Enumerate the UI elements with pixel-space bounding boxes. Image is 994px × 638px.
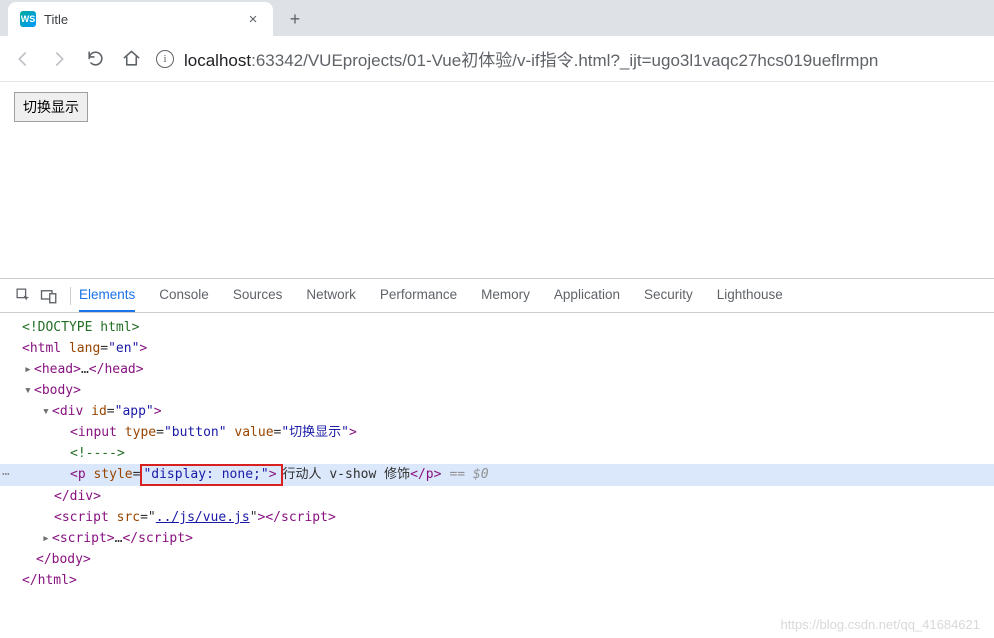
dom-html-open[interactable]: <html lang="en"> [0,338,994,359]
ellipsis-icon[interactable]: ⋯ [2,464,10,485]
dom-div-close[interactable]: </div> [0,486,994,507]
address-text: localhost:63342/VUEprojects/01-Vue初体验/v-… [184,46,878,71]
back-button[interactable] [12,48,34,70]
address-bar[interactable]: i localhost:63342/VUEprojects/01-Vue初体验/… [156,46,982,71]
inspect-element-icon[interactable] [10,283,36,309]
forward-button[interactable] [48,48,70,70]
browser-tabstrip: WS Title × + [0,0,994,36]
close-icon[interactable]: × [245,11,261,27]
tab-performance[interactable]: Performance [380,279,457,312]
device-toolbar-icon[interactable] [36,283,62,309]
dom-script-inline[interactable]: ▸<script>…</script> [0,528,994,549]
home-button[interactable] [120,48,142,70]
tab-application[interactable]: Application [554,279,620,312]
dom-comment[interactable]: <!----> [0,443,994,464]
dom-body-close[interactable]: </body> [0,549,994,570]
devtools-panel: Elements Console Sources Network Perform… [0,278,994,603]
tab-console[interactable]: Console [159,279,209,312]
new-tab-button[interactable]: + [281,5,309,33]
dom-script-src[interactable]: <script src="../js/vue.js"></script> [0,507,994,528]
tab-security[interactable]: Security [644,279,693,312]
tab-sources[interactable]: Sources [233,279,283,312]
elements-tree[interactable]: <!DOCTYPE html> <html lang="en"> ▸<head>… [0,313,994,603]
toggle-display-button[interactable]: 切换显示 [14,92,88,122]
browser-tab[interactable]: WS Title × [8,2,273,36]
tab-network[interactable]: Network [306,279,356,312]
tab-title: Title [44,12,237,27]
watermark: https://blog.csdn.net/qq_41684621 [781,617,981,632]
dom-input[interactable]: <input type="button" value="切换显示"> [0,422,994,443]
tab-memory[interactable]: Memory [481,279,530,312]
devtools-header: Elements Console Sources Network Perform… [0,279,994,313]
tab-elements[interactable]: Elements [79,279,135,312]
devtools-tabs: Elements Console Sources Network Perform… [79,279,783,312]
site-info-icon[interactable]: i [156,50,174,68]
page-viewport: 切换显示 [0,82,994,278]
tab-lighthouse[interactable]: Lighthouse [717,279,783,312]
reload-button[interactable] [84,48,106,70]
dom-div-open[interactable]: ▾<div id="app"> [0,401,994,422]
dom-head[interactable]: ▸<head>…</head> [0,359,994,380]
browser-toolbar: i localhost:63342/VUEprojects/01-Vue初体验/… [0,36,994,82]
separator [70,287,71,305]
dom-p-selected[interactable]: ⋯ <p style="display: none;">行动人 v-show 修… [0,464,994,486]
dom-html-close[interactable]: </html> [0,570,994,591]
dom-body-open[interactable]: ▾<body> [0,380,994,401]
tab-favicon: WS [20,11,36,27]
dom-doctype[interactable]: <!DOCTYPE html> [0,317,994,338]
